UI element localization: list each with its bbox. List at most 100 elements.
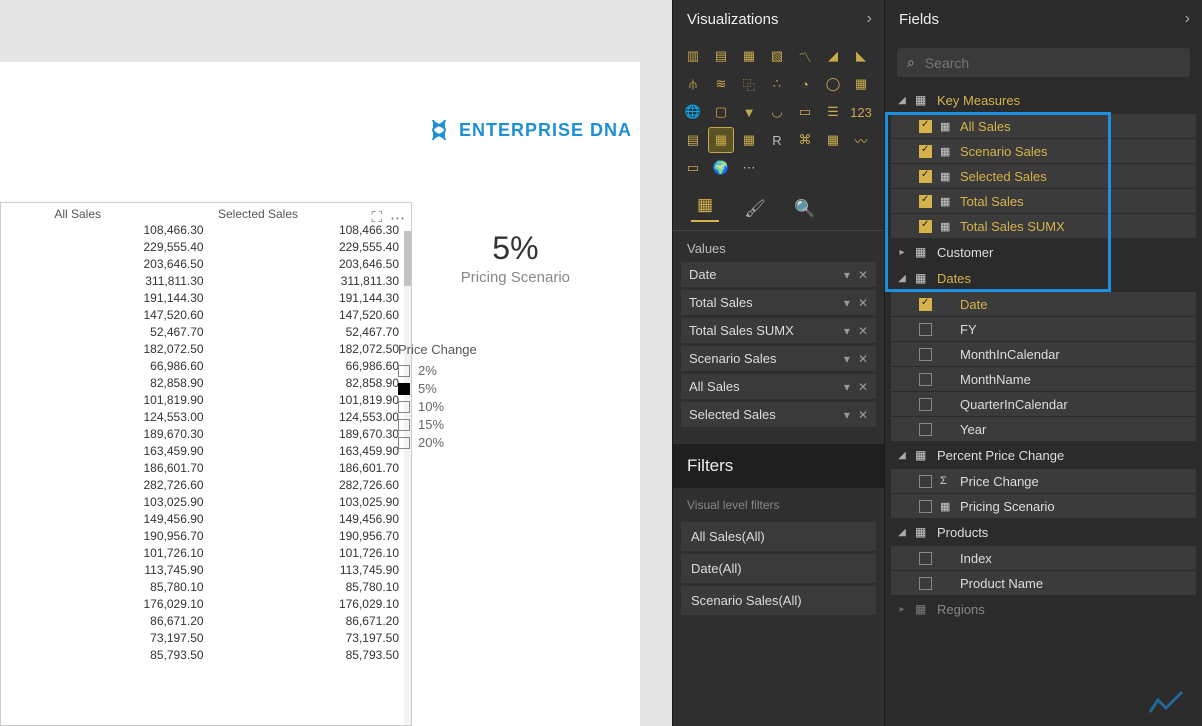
pricing-card[interactable]: 5% Pricing Scenario xyxy=(461,230,570,286)
chevron-down-icon[interactable]: ▾ xyxy=(844,324,850,338)
slicer-option[interactable]: 5% xyxy=(398,381,548,396)
slicer-icon[interactable]: ▤ xyxy=(681,128,705,152)
checkbox-icon[interactable] xyxy=(398,437,410,449)
chevron-down-icon[interactable]: ▾ xyxy=(844,380,850,394)
arcgis-icon[interactable]: ▭ xyxy=(681,156,705,180)
map-icon[interactable]: 🌐 xyxy=(681,100,705,124)
field-checkbox[interactable] xyxy=(919,552,932,565)
field-item[interactable]: ▦Total Sales SUMX xyxy=(891,214,1196,238)
field-checkbox[interactable] xyxy=(919,475,932,488)
remove-field-icon[interactable]: ✕ xyxy=(858,324,868,338)
chevron-down-icon[interactable]: ▾ xyxy=(844,352,850,366)
checkbox-icon[interactable] xyxy=(398,383,410,395)
chevron-right-icon[interactable]: › xyxy=(867,10,872,28)
field-item[interactable]: Product Name xyxy=(891,571,1196,595)
funnel-icon[interactable]: ▼ xyxy=(737,100,761,124)
field-checkbox[interactable] xyxy=(919,500,932,513)
field-well[interactable]: Scenario Sales▾✕ xyxy=(681,346,876,371)
ribbon-chart-icon[interactable]: ≋ xyxy=(709,72,733,96)
table-customer[interactable]: ▸ ▦ Customer xyxy=(885,239,1202,265)
field-well[interactable]: Total Sales▾✕ xyxy=(681,290,876,315)
multi-row-card-icon[interactable]: ☰ xyxy=(821,100,845,124)
decomposition-icon[interactable]: 〰 xyxy=(849,128,873,152)
table-row[interactable]: 86,671.2086,671.20 xyxy=(7,612,405,629)
r-visual-icon[interactable]: R xyxy=(765,128,789,152)
expand-icon[interactable]: ▸ xyxy=(897,247,907,258)
stacked-bar-icon[interactable]: ▥ xyxy=(681,44,705,68)
field-checkbox[interactable] xyxy=(919,323,932,336)
table-scrollbar[interactable] xyxy=(404,231,411,725)
analytics-tab-icon[interactable]: 🔍 xyxy=(791,196,819,222)
field-checkbox[interactable] xyxy=(919,398,932,411)
field-item[interactable]: Year xyxy=(891,417,1196,441)
table-row[interactable]: 101,726.10101,726.10 xyxy=(7,544,405,561)
filter-card[interactable]: All Sales(All) xyxy=(681,522,876,551)
chevron-down-icon[interactable]: ▾ xyxy=(844,408,850,422)
report-canvas[interactable]: ENTERPRISE DNA ⛶ ⋯ All Sales Selected Sa… xyxy=(0,0,672,726)
treemap-icon[interactable]: ▦ xyxy=(849,72,873,96)
filled-map-icon[interactable]: ▢ xyxy=(709,100,733,124)
table-row[interactable]: 282,726.60282,726.60 xyxy=(7,476,405,493)
field-item[interactable]: MonthInCalendar xyxy=(891,342,1196,366)
fields-tab-icon[interactable]: ▦ xyxy=(691,196,719,222)
field-item[interactable]: Date xyxy=(891,292,1196,316)
field-well[interactable]: All Sales▾✕ xyxy=(681,374,876,399)
table-row[interactable]: 189,670.30189,670.30 xyxy=(7,425,405,442)
card-icon[interactable]: ▭ xyxy=(793,100,817,124)
field-item[interactable]: QuarterInCalendar xyxy=(891,392,1196,416)
slicer-option[interactable]: 15% xyxy=(398,417,548,432)
fields-search[interactable]: ⌕ xyxy=(897,48,1190,77)
table-row[interactable]: 52,467.7052,467.70 xyxy=(7,323,405,340)
table-row[interactable]: 203,646.50203,646.50 xyxy=(7,255,405,272)
scatter-icon[interactable]: ∴ xyxy=(765,72,789,96)
kpi-icon[interactable]: 123 xyxy=(849,100,873,124)
table-visual[interactable]: ⛶ ⋯ All Sales Selected Sales 108,466.301… xyxy=(0,202,412,726)
chevron-right-icon[interactable]: › xyxy=(1185,10,1190,28)
donut-icon[interactable]: ◯ xyxy=(821,72,845,96)
table-regions[interactable]: ▸ ▦ Regions xyxy=(885,596,1202,622)
filter-card[interactable]: Date(All) xyxy=(681,554,876,583)
slicer-option[interactable]: 20% xyxy=(398,435,548,450)
column-header-selected-sales[interactable]: Selected Sales xyxy=(101,207,405,221)
slicer-option[interactable]: 2% xyxy=(398,363,548,378)
waterfall-icon[interactable]: ⿻ xyxy=(737,72,761,96)
expand-icon[interactable]: ◢ xyxy=(897,95,907,106)
table-row[interactable]: 149,456.90149,456.90 xyxy=(7,510,405,527)
stacked-area-icon[interactable]: ◣ xyxy=(849,44,873,68)
field-well[interactable]: Selected Sales▾✕ xyxy=(681,402,876,427)
table-row[interactable]: 73,197.5073,197.50 xyxy=(7,629,405,646)
table-dates[interactable]: ◢ ▦ Dates xyxy=(885,265,1202,291)
field-well[interactable]: Date▾✕ xyxy=(681,262,876,287)
field-checkbox[interactable] xyxy=(919,298,932,311)
filters-header[interactable]: Filters xyxy=(673,444,884,488)
table-row[interactable]: 85,780.1085,780.10 xyxy=(7,578,405,595)
field-item[interactable]: ▦All Sales xyxy=(891,114,1196,138)
expand-icon[interactable]: ▸ xyxy=(897,604,907,615)
table-row[interactable]: 147,520.60147,520.60 xyxy=(7,306,405,323)
field-item[interactable]: Index xyxy=(891,546,1196,570)
table-row[interactable]: 103,025.90103,025.90 xyxy=(7,493,405,510)
field-item[interactable]: FY xyxy=(891,317,1196,341)
filter-card[interactable]: Scenario Sales(All) xyxy=(681,586,876,615)
more-options-icon[interactable]: ⋯ xyxy=(390,209,405,227)
field-checkbox[interactable] xyxy=(919,170,932,183)
field-checkbox[interactable] xyxy=(919,348,932,361)
table-row[interactable]: 182,072.50182,072.50 xyxy=(7,340,405,357)
field-item[interactable]: ▦Total Sales xyxy=(891,189,1196,213)
table-row[interactable]: 190,956.70190,956.70 xyxy=(7,527,405,544)
area-chart-icon[interactable]: ◢ xyxy=(821,44,845,68)
table-row[interactable]: 124,553.00124,553.00 xyxy=(7,408,405,425)
import-visual-icon[interactable]: ⋯ xyxy=(737,156,761,180)
gauge-icon[interactable]: ◡ xyxy=(765,100,789,124)
remove-field-icon[interactable]: ✕ xyxy=(858,380,868,394)
remove-field-icon[interactable]: ✕ xyxy=(858,268,868,282)
table-row[interactable]: 66,986.6066,986.60 xyxy=(7,357,405,374)
column-header-all-sales[interactable]: All Sales xyxy=(7,207,101,221)
table-row[interactable]: 101,819.90101,819.90 xyxy=(7,391,405,408)
field-item[interactable]: MonthName xyxy=(891,367,1196,391)
table-row[interactable]: 108,466.30108,466.30 xyxy=(7,221,405,238)
field-checkbox[interactable] xyxy=(919,195,932,208)
clustered-bar-icon[interactable]: ▤ xyxy=(709,44,733,68)
field-checkbox[interactable] xyxy=(919,145,932,158)
chevron-down-icon[interactable]: ▾ xyxy=(844,268,850,282)
